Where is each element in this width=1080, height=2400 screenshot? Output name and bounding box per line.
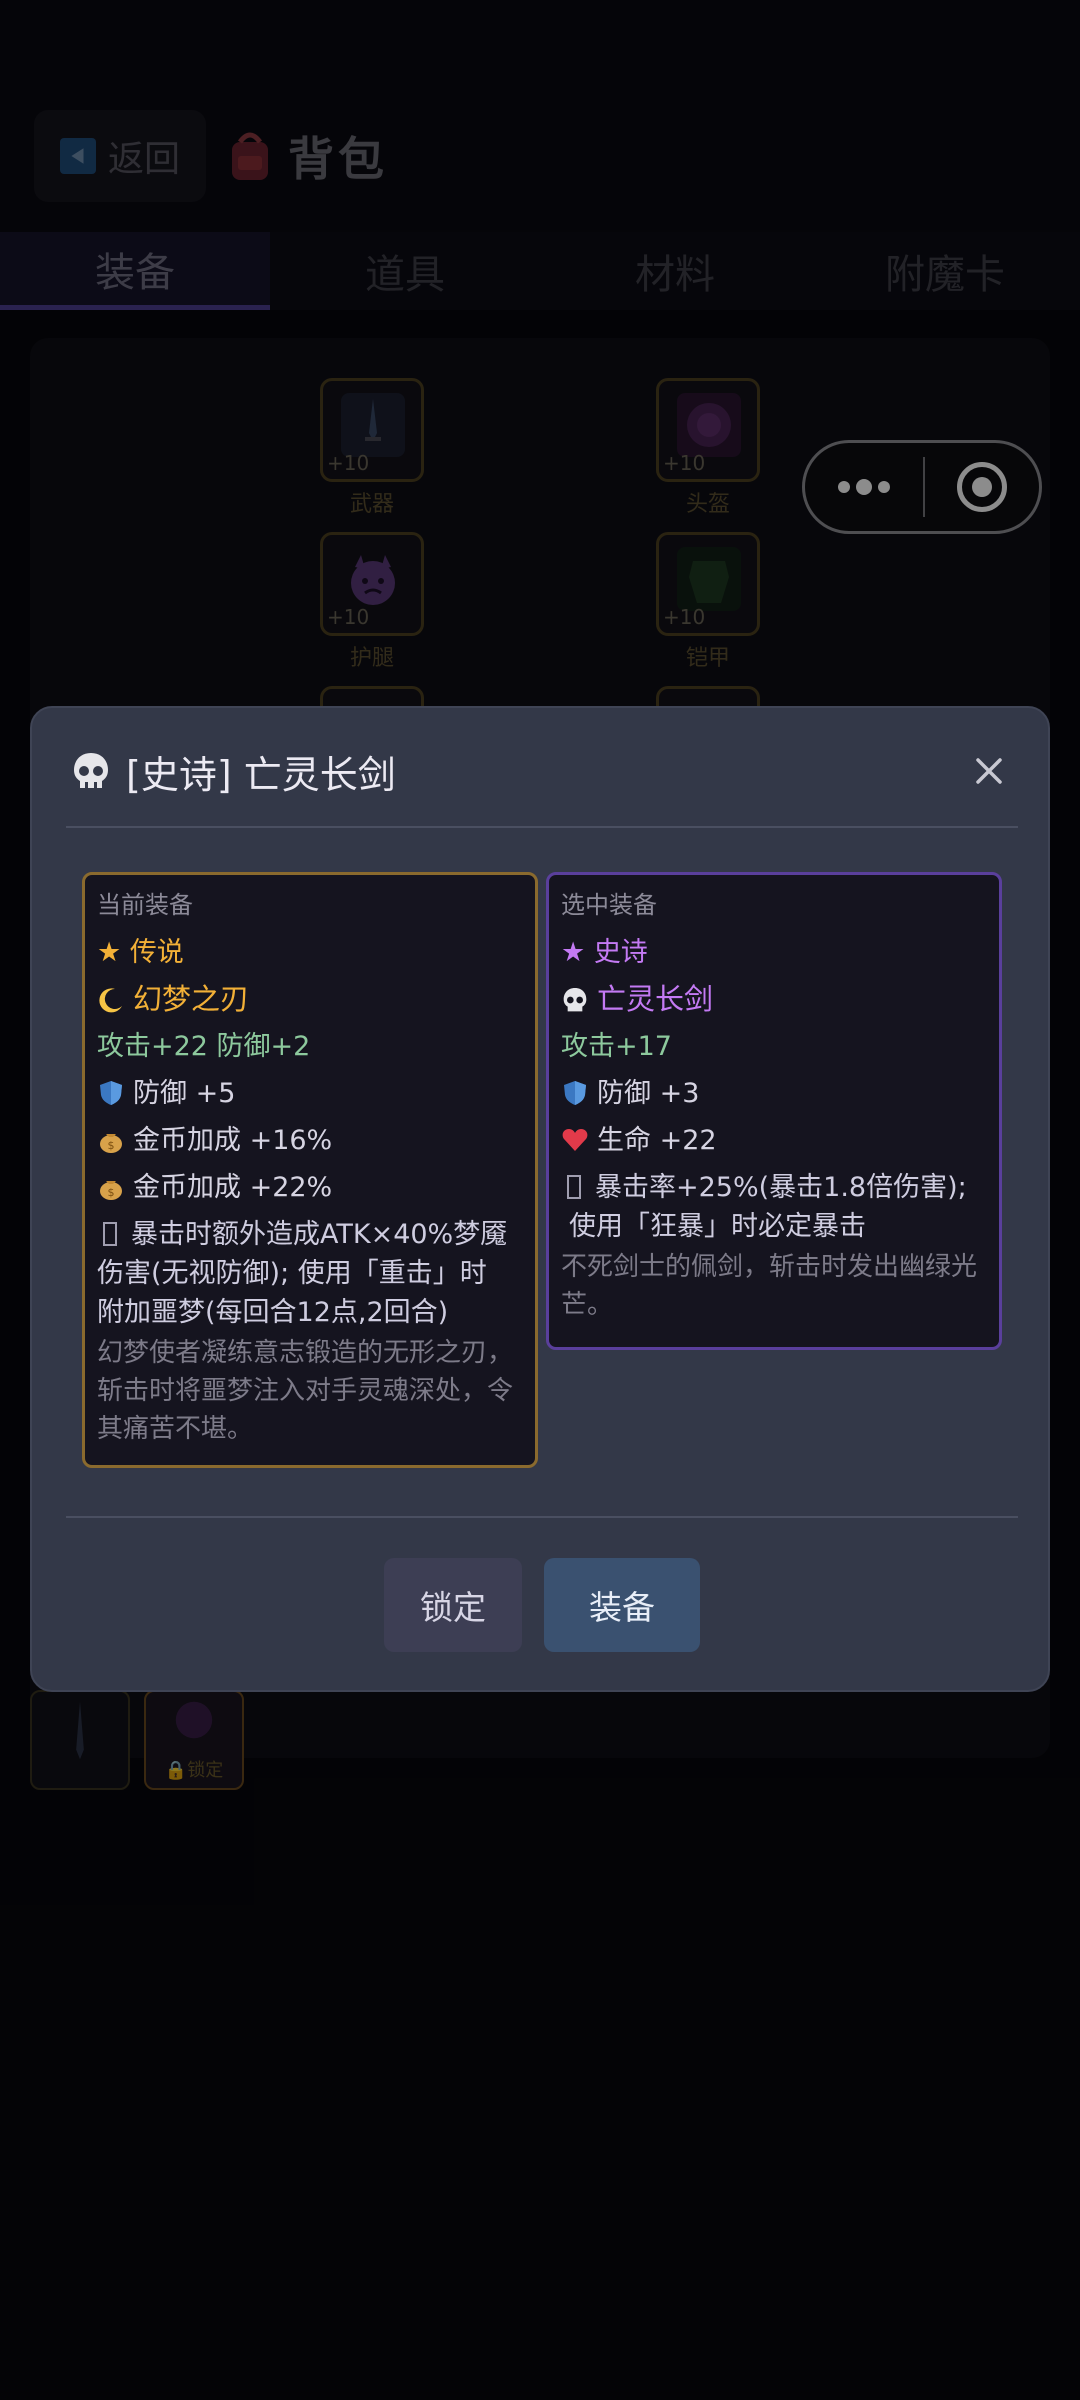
section-label: 选中装备	[561, 891, 657, 919]
modal-header: [史诗] 亡灵长剑	[70, 738, 1014, 804]
tab-items[interactable]: 道具	[270, 232, 540, 310]
bonus-row: 防御 +5	[97, 1070, 523, 1117]
rarity-row: ★ 传说	[97, 929, 523, 976]
slot-label-helmet: 头盔	[685, 492, 730, 517]
back-button[interactable]: 返回	[34, 110, 206, 202]
more-dots-icon-right	[878, 481, 890, 493]
tab-materials[interactable]: 材料	[540, 232, 810, 310]
tab-enchant-cards[interactable]: 附魔卡	[810, 232, 1080, 310]
more-dots-icon-center	[856, 479, 872, 495]
flavor-text: 幻梦使者凝练意志锻造的无形之刃，斩击时将噩梦注入对手灵魂深处，令其痛苦不堪。	[97, 1338, 514, 1444]
base-stats: 攻击+22 防御+2	[97, 1031, 311, 1062]
bonus-row: $ 金币加成 +16%	[97, 1117, 523, 1164]
equip-button[interactable]: 装备	[544, 1558, 700, 1652]
svg-text:$: $	[108, 1139, 115, 1152]
slot-label-armor: 铠甲	[685, 646, 730, 671]
slot-label-weapon: 武器	[349, 492, 394, 517]
skill-line: 使用「狂暴」时必定暴击	[569, 1211, 866, 1242]
sword-icon	[76, 1701, 84, 1760]
bonus-text: 金币加成 +16%	[133, 1125, 333, 1156]
more-menu-button[interactable]	[805, 443, 923, 531]
target-circle-icon	[957, 462, 1007, 512]
sword-icon	[341, 393, 405, 457]
bonus-text: 生命 +22	[597, 1125, 717, 1156]
slot-level: +10	[327, 451, 370, 475]
tab-equipment[interactable]: 装备	[0, 232, 270, 310]
slot-level: +10	[663, 605, 706, 629]
slot-label-leggings: 护腿	[349, 646, 394, 671]
money-bag-icon: $	[100, 1134, 122, 1153]
backpack-icon	[226, 128, 274, 184]
skill-description: 暴击时额外造成ATK×40%梦魇 伤害(无视防御); 使用「重击」时 附加噩梦(…	[97, 1215, 523, 1332]
missing-glyph-icon	[567, 1175, 581, 1199]
rarity-row: ★ 史诗	[561, 929, 987, 976]
close-icon	[976, 758, 1002, 784]
skill-line: 附加噩梦(每回合12点,2回合)	[97, 1297, 449, 1328]
modal-divider-bottom	[66, 1516, 1018, 1518]
slot-level: +10	[327, 605, 370, 629]
modal-divider-top	[66, 826, 1018, 828]
armor-icon	[677, 547, 741, 611]
category-tabs: 装备 道具 材料 附魔卡	[0, 232, 1080, 310]
item-name-row: 幻梦之刃	[97, 976, 523, 1023]
rarity-label: 传说	[129, 937, 184, 968]
missing-glyph-icon	[103, 1222, 117, 1246]
bonus-text: 防御 +5	[133, 1078, 236, 1109]
compare-equipment-modal: [史诗] 亡灵长剑 当前装备 ★ 传说 幻梦之刃 攻击+22 防御+2 防御 +…	[30, 706, 1050, 1692]
lock-button[interactable]: 锁定	[384, 1558, 522, 1652]
star-icon: ★	[97, 937, 122, 968]
mini-program-capsule	[802, 440, 1042, 534]
flavor-text: 不死剑士的佩剑，斩击时发出幽绿光芒。	[561, 1252, 978, 1320]
base-stats: 攻击+17	[561, 1031, 672, 1062]
skill-line: 暴击时额外造成ATK×40%梦魇	[131, 1219, 508, 1250]
current-equipment-card: 当前装备 ★ 传说 幻梦之刃 攻击+22 防御+2 防御 +5 $ 金币加成 +…	[82, 872, 538, 1468]
inventory-item[interactable]	[30, 1690, 130, 1790]
rarity-label: 史诗	[593, 937, 648, 968]
money-bag-icon: $	[100, 1181, 122, 1200]
star-icon: ★	[561, 937, 586, 968]
heart-icon	[562, 1129, 588, 1151]
shield-icon	[100, 1081, 122, 1105]
lock-tag: 🔒锁定	[164, 1760, 224, 1781]
bonus-text: 金币加成 +22%	[133, 1172, 333, 1203]
bonus-row: 防御 +3	[561, 1070, 987, 1117]
page-title: 背包	[288, 132, 388, 186]
back-label: 返回	[107, 139, 180, 180]
skull-icon	[74, 753, 108, 788]
helmet-icon	[175, 1701, 213, 1739]
skill-description: 暴击率+25%(暴击1.8倍伤害); 使用「狂暴」时必定暴击	[561, 1168, 987, 1246]
bonus-text: 防御 +3	[597, 1078, 700, 1109]
helmet-icon	[677, 393, 741, 457]
inventory-item-locked[interactable]: 🔒锁定	[144, 1690, 244, 1790]
slot-level: +10	[663, 451, 706, 475]
slot-helmet[interactable]: +10	[656, 378, 760, 482]
item-name-row: 亡灵长剑	[561, 976, 987, 1023]
item-name: 幻梦之刃	[133, 982, 250, 1016]
close-modal-button[interactable]	[964, 746, 1014, 796]
slot-weapon[interactable]: +10	[320, 378, 424, 482]
close-mini-program-button[interactable]	[925, 443, 1039, 531]
slot-armor[interactable]: +10	[656, 532, 760, 636]
devil-face-icon	[341, 547, 405, 611]
header-bar: 返回 背包	[0, 0, 1080, 232]
modal-title: [史诗] 亡灵长剑	[126, 752, 396, 797]
back-arrow-icon	[59, 138, 96, 174]
bonus-row: 生命 +22	[561, 1117, 987, 1164]
crescent-moon-icon	[99, 988, 122, 1013]
item-name: 亡灵长剑	[597, 982, 714, 1016]
selected-equipment-card: 选中装备 ★ 史诗 亡灵长剑 攻击+17 防御 +3 生命 +22 暴击率+25…	[546, 872, 1002, 1350]
svg-text:$: $	[108, 1186, 115, 1199]
slot-leggings[interactable]: +10	[320, 532, 424, 636]
skill-line: 暴击率+25%(暴击1.8倍伤害);	[595, 1172, 967, 1203]
section-label: 当前装备	[97, 891, 193, 919]
shield-icon	[564, 1081, 586, 1105]
skull-icon	[563, 988, 587, 1012]
more-dots-icon	[838, 481, 850, 493]
bonus-row: $ 金币加成 +22%	[97, 1164, 523, 1211]
page-title-group: 背包	[226, 124, 388, 188]
skill-line: 伤害(无视防御); 使用「重击」时	[97, 1258, 487, 1289]
